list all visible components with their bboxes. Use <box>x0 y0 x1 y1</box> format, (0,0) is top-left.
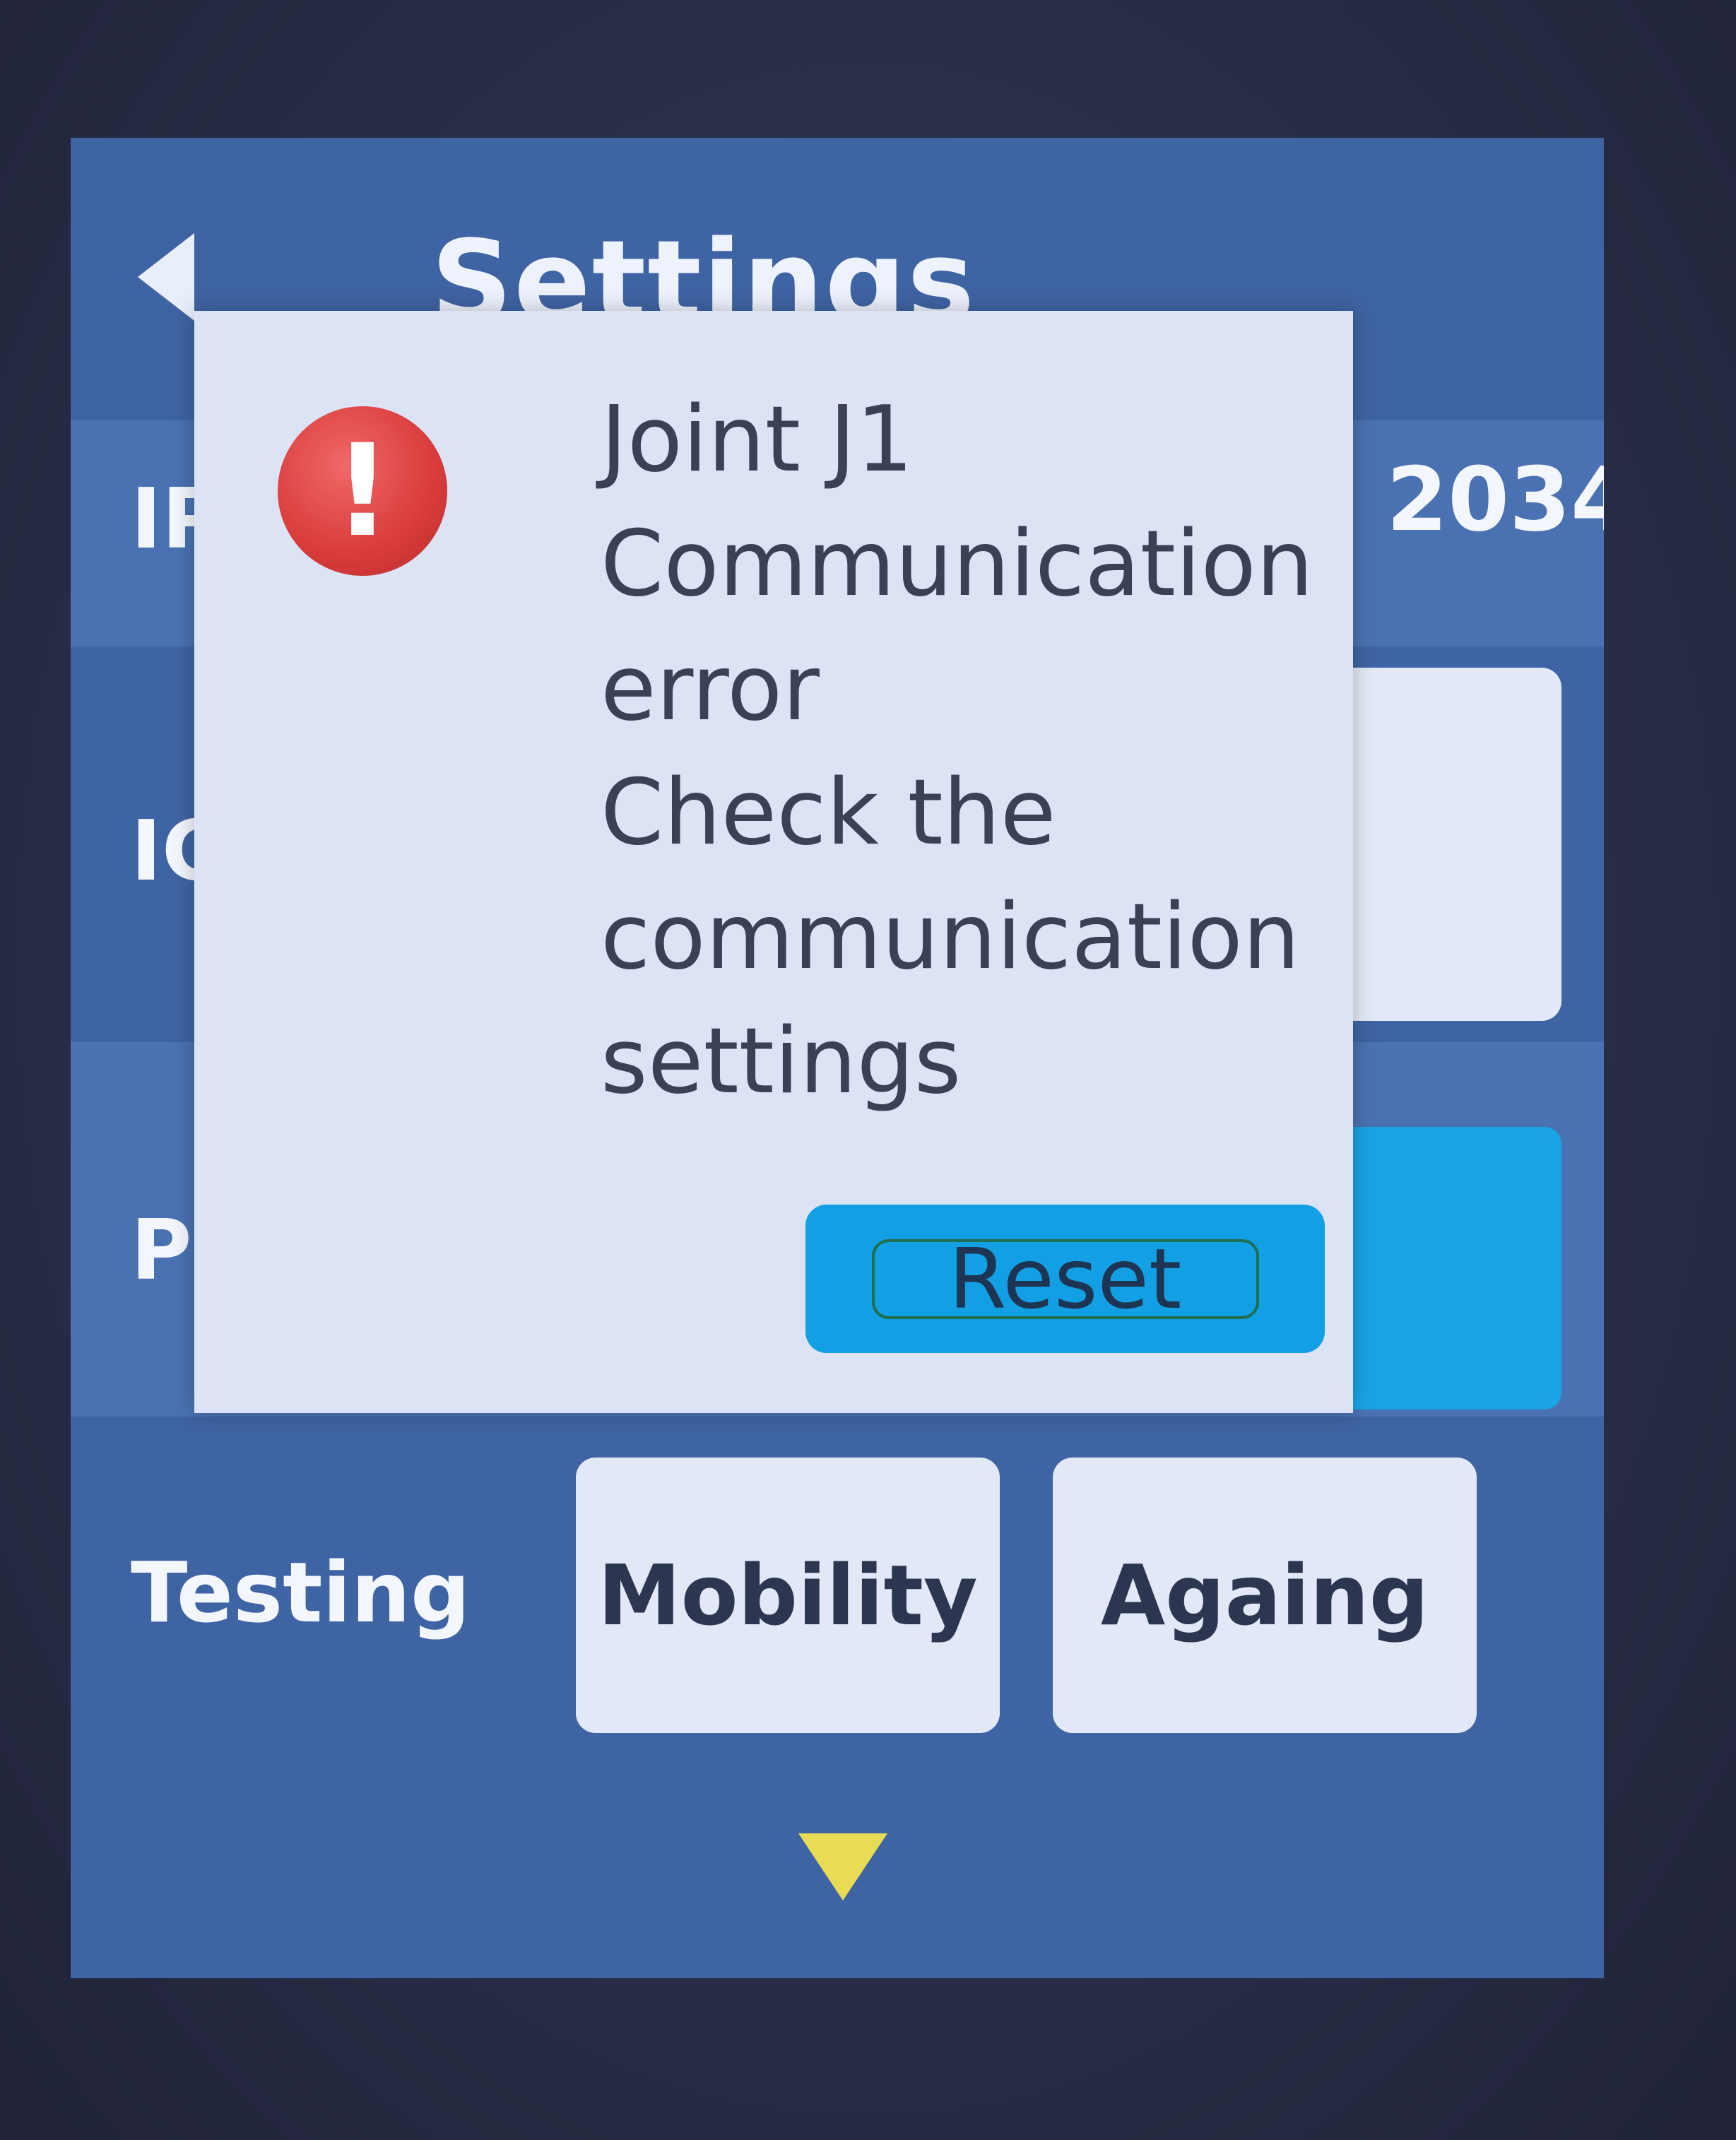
chevron-down-icon[interactable] <box>798 1833 887 1900</box>
reset-button[interactable]: Reset <box>805 1205 1325 1353</box>
error-icon: ! <box>278 406 447 576</box>
error-dialog: ! Joint J1 Communication error Check the… <box>194 311 1353 1413</box>
message-line-5: communication <box>601 885 1300 990</box>
message-line-2: Communication <box>601 512 1313 617</box>
againg-button[interactable]: Againg <box>1053 1458 1477 1733</box>
message-line-1: Joint J1 <box>601 387 914 492</box>
settings-screen: Settings IP 2034 IC P f Testing Mobility… <box>71 138 1604 1978</box>
back-arrow-icon[interactable] <box>138 233 194 321</box>
port-label: P <box>131 1201 192 1299</box>
mobility-button[interactable]: Mobility <box>576 1458 1000 1733</box>
error-message: Joint J1 Communication error Check the c… <box>601 378 1321 1124</box>
testing-label: Testing <box>131 1544 471 1641</box>
message-line-3: error <box>601 636 820 741</box>
message-line-6: settings <box>601 1009 962 1114</box>
message-line-4: Check the <box>601 760 1056 865</box>
reset-button-label: Reset <box>871 1230 1259 1328</box>
